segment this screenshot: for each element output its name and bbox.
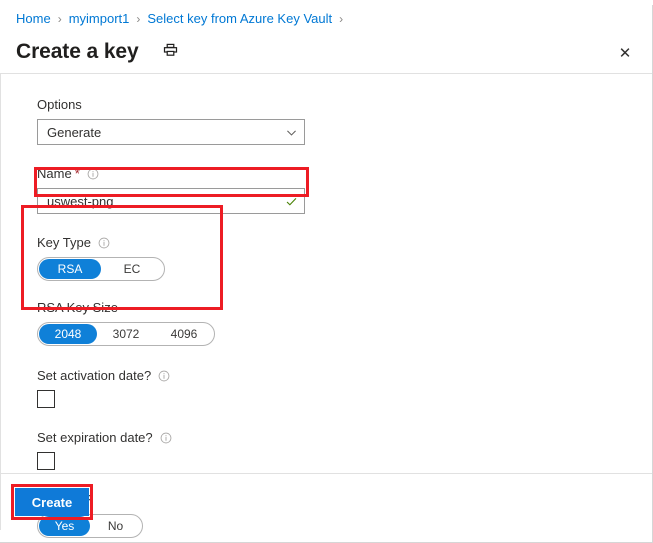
required-marker: *: [74, 166, 80, 181]
key-type-segmented-control[interactable]: RSA EC: [37, 257, 165, 281]
breadcrumb-separator: ›: [136, 12, 141, 26]
field-options: Options Generate: [37, 96, 652, 145]
breadcrumb: Home › myimport1 › Select key from Azure…: [0, 5, 652, 33]
breadcrumb-separator: ›: [339, 12, 344, 26]
field-name: Name * uswest-png: [37, 165, 652, 214]
rsa-key-size-option-3072[interactable]: 3072: [97, 324, 155, 344]
name-label-row: Name *: [37, 165, 652, 183]
rsa-key-size-option-4096[interactable]: 4096: [155, 324, 213, 344]
breadcrumb-item-myimport1[interactable]: myimport1: [69, 10, 130, 28]
name-label: Name: [37, 166, 72, 181]
expiration-date-checkbox[interactable]: [37, 452, 55, 470]
printer-icon: [163, 43, 178, 61]
name-input[interactable]: uswest-png: [37, 188, 305, 214]
rsa-key-size-label: RSA Key Size: [37, 300, 118, 315]
rsa-key-size-segmented-control[interactable]: 2048 3072 4096: [37, 322, 215, 346]
checkmark-icon: [285, 195, 298, 208]
options-label-row: Options: [37, 96, 652, 114]
expiration-date-label-row: Set expiration date?: [37, 429, 652, 447]
options-selected-value: Generate: [47, 124, 102, 140]
activation-date-checkbox[interactable]: [37, 390, 55, 408]
activation-date-label-row: Set activation date?: [37, 367, 652, 385]
create-key-form: Options Generate Name * uswest-png Key T…: [1, 96, 652, 538]
page-title: Create a key: [16, 40, 139, 63]
field-expiration-date: Set expiration date?: [37, 429, 652, 470]
field-rsa-key-size: RSA Key Size 2048 3072 4096: [37, 299, 652, 346]
close-button[interactable]: ✕: [612, 40, 638, 66]
activation-date-label: Set activation date?: [37, 368, 152, 383]
info-icon[interactable]: [160, 432, 172, 444]
key-type-option-rsa[interactable]: RSA: [39, 259, 101, 279]
footer: Create: [0, 474, 652, 530]
create-button-wrapper: Create: [11, 484, 93, 520]
field-activation-date: Set activation date?: [37, 367, 652, 408]
rsa-key-size-option-2048[interactable]: 2048: [39, 324, 97, 344]
breadcrumb-separator: ›: [57, 12, 62, 26]
key-type-label-row: Key Type: [37, 234, 652, 252]
info-icon[interactable]: [98, 237, 110, 249]
breadcrumb-item-select-key[interactable]: Select key from Azure Key Vault: [147, 10, 332, 28]
key-type-label: Key Type: [37, 235, 91, 250]
options-dropdown[interactable]: Generate: [37, 119, 305, 145]
options-label: Options: [37, 97, 82, 112]
create-button[interactable]: Create: [15, 488, 89, 516]
rsa-key-size-label-row: RSA Key Size: [37, 299, 652, 317]
info-icon[interactable]: [87, 168, 99, 180]
title-row: Create a key ✕: [0, 33, 652, 71]
chevron-down-icon: [285, 126, 298, 139]
form-body: Options Generate Name * uswest-png Key T…: [0, 74, 652, 538]
name-input-value[interactable]: uswest-png: [47, 194, 113, 209]
info-icon[interactable]: [158, 370, 170, 382]
key-type-option-ec[interactable]: EC: [101, 259, 163, 279]
field-key-type: Key Type RSA EC: [37, 234, 652, 281]
printer-icon-button[interactable]: [159, 40, 183, 64]
breadcrumb-item-home[interactable]: Home: [16, 10, 51, 28]
close-icon: ✕: [618, 44, 632, 62]
expiration-date-label: Set expiration date?: [37, 430, 153, 445]
create-key-blade: Home › myimport1 › Select key from Azure…: [0, 5, 653, 543]
